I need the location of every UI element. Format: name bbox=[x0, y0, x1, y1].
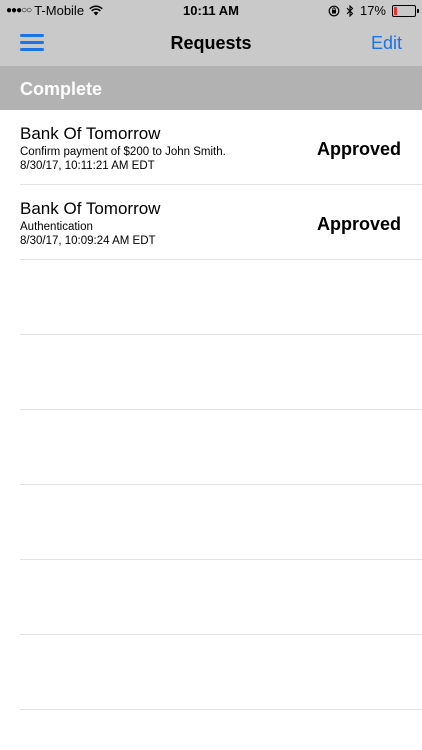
status-left: ●●●○○ T-Mobile bbox=[6, 3, 103, 18]
edit-button[interactable]: Edit bbox=[371, 33, 402, 54]
request-status: Approved bbox=[316, 214, 401, 234]
request-list: Bank Of Tomorrow Confirm payment of $200… bbox=[0, 110, 422, 710]
empty-row bbox=[20, 560, 422, 635]
request-org: Bank Of Tomorrow bbox=[20, 199, 161, 218]
page-title: Requests bbox=[170, 33, 252, 53]
request-status: Approved bbox=[316, 139, 401, 159]
empty-row bbox=[20, 485, 422, 560]
bluetooth-icon bbox=[346, 4, 354, 17]
empty-row bbox=[20, 410, 422, 485]
request-timestamp: 8/30/17, 10:09:24 AM EDT bbox=[20, 235, 156, 247]
request-description: Authentication bbox=[20, 221, 93, 233]
signal-strength: ●●●○○ bbox=[6, 5, 32, 16]
empty-row bbox=[20, 635, 422, 710]
status-bar: ●●●○○ T-Mobile 10:11 AM 17% bbox=[0, 0, 422, 22]
rotation-lock-icon bbox=[328, 5, 340, 16]
navigation-bar: Requests Edit bbox=[0, 22, 422, 67]
status-right: 17% bbox=[328, 3, 419, 18]
battery-cap bbox=[417, 8, 419, 13]
request-row[interactable]: Bank Of Tomorrow Confirm payment of $200… bbox=[20, 110, 422, 185]
request-row[interactable]: Bank Of Tomorrow Authentication 8/30/17,… bbox=[20, 185, 422, 260]
wifi-icon bbox=[89, 5, 103, 16]
request-org: Bank Of Tomorrow bbox=[20, 124, 161, 143]
request-timestamp: 8/30/17, 10:11:21 AM EDT bbox=[20, 160, 155, 172]
section-header-complete: Complete bbox=[0, 67, 422, 110]
battery-icon bbox=[392, 4, 419, 17]
empty-row bbox=[20, 335, 422, 410]
request-description: Confirm payment of $200 to John Smith. bbox=[20, 146, 226, 158]
carrier-name: T-Mobile bbox=[34, 3, 85, 18]
section-title: Complete bbox=[20, 79, 103, 99]
battery-percent: 17% bbox=[359, 3, 386, 18]
battery-fill bbox=[394, 6, 397, 15]
empty-row bbox=[20, 260, 422, 335]
